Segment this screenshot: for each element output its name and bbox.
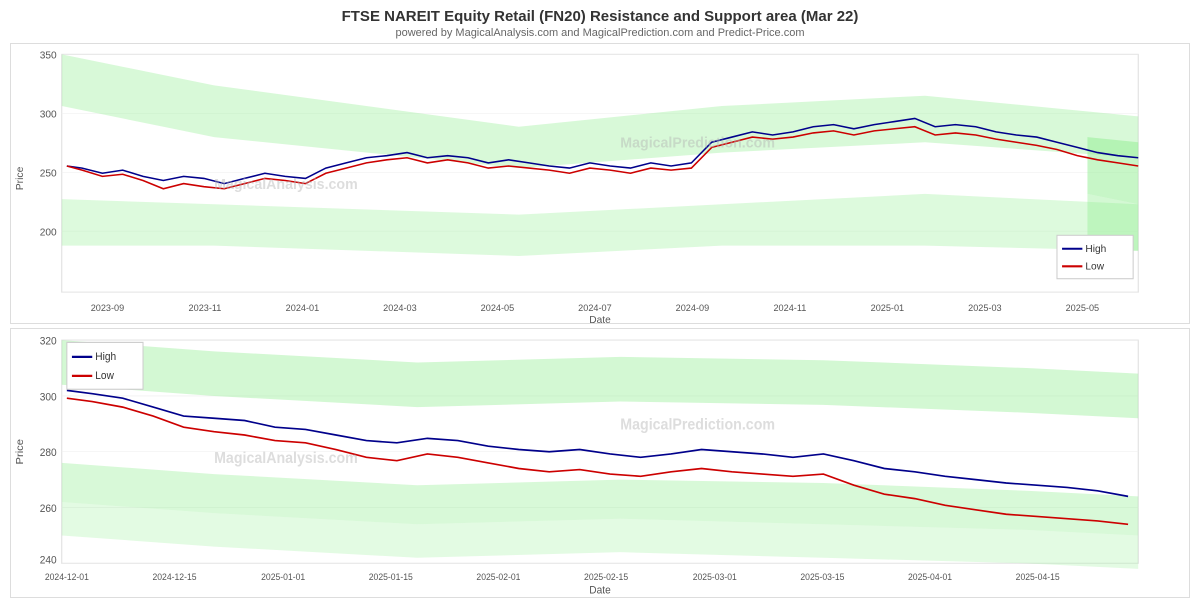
svg-text:2024-11: 2024-11 [773,303,806,313]
svg-text:2024-09: 2024-09 [676,303,710,313]
svg-text:Date: Date [589,584,610,597]
chart2-svg: 320 300 280 260 240 MagicalAnalysis.com … [11,329,1189,597]
svg-text:2025-02-01: 2025-02-01 [476,572,520,582]
svg-text:Date: Date [589,315,611,323]
page-container: FTSE NAREIT Equity Retail (FN20) Resista… [0,0,1200,600]
svg-text:240: 240 [40,554,57,567]
svg-text:2025-04-01: 2025-04-01 [908,572,952,582]
title-section: FTSE NAREIT Equity Retail (FN20) Resista… [0,0,1200,41]
svg-text:280: 280 [40,447,57,460]
svg-text:2023-09: 2023-09 [91,303,125,313]
svg-text:2025-02-15: 2025-02-15 [584,572,628,582]
svg-text:2025-03-01: 2025-03-01 [693,572,737,582]
svg-text:Low: Low [95,370,114,383]
svg-text:350: 350 [40,50,57,61]
svg-text:260: 260 [40,503,57,516]
svg-text:2025-01-01: 2025-01-01 [261,572,305,582]
svg-text:200: 200 [40,227,57,238]
svg-text:2024-12-01: 2024-12-01 [45,572,89,582]
svg-text:320: 320 [40,335,57,348]
svg-text:2024-01: 2024-01 [286,303,320,313]
svg-text:2023-11: 2023-11 [189,303,222,313]
svg-text:MagicalPrediction.com: MagicalPrediction.com [620,135,775,151]
svg-text:2024-05: 2024-05 [481,303,515,313]
svg-text:2025-01: 2025-01 [871,303,905,313]
svg-text:MagicalAnalysis.com: MagicalAnalysis.com [214,449,358,467]
svg-text:2025-01-15: 2025-01-15 [369,572,413,582]
svg-text:2024-12-15: 2024-12-15 [152,572,196,582]
charts-area: 350 300 250 200 MagicalAnalysis.com Magi… [0,41,1200,600]
svg-text:2025-03: 2025-03 [968,303,1002,313]
svg-text:2024-07: 2024-07 [578,303,612,313]
svg-text:High: High [1085,244,1106,255]
svg-text:Price: Price [15,439,26,464]
svg-text:2025-04-15: 2025-04-15 [1016,572,1060,582]
chart2-wrapper: 320 300 280 260 240 MagicalAnalysis.com … [10,328,1190,598]
subtitle: powered by MagicalAnalysis.com and Magic… [0,27,1200,39]
svg-text:MagicalAnalysis.com: MagicalAnalysis.com [214,177,358,193]
svg-text:250: 250 [40,168,57,179]
svg-text:Price: Price [15,166,26,190]
svg-text:Low: Low [1085,261,1104,272]
svg-text:2025-03-15: 2025-03-15 [800,572,844,582]
chart1-svg: 350 300 250 200 MagicalAnalysis.com Magi… [11,44,1189,323]
svg-text:2024-03: 2024-03 [383,303,417,313]
chart1-wrapper: 350 300 250 200 MagicalAnalysis.com Magi… [10,43,1190,324]
main-title: FTSE NAREIT Equity Retail (FN20) Resista… [0,8,1200,25]
svg-text:High: High [95,351,116,364]
svg-text:300: 300 [40,391,57,404]
svg-text:300: 300 [40,109,57,120]
svg-text:MagicalPrediction.com: MagicalPrediction.com [620,416,775,434]
svg-text:2025-05: 2025-05 [1066,303,1100,313]
